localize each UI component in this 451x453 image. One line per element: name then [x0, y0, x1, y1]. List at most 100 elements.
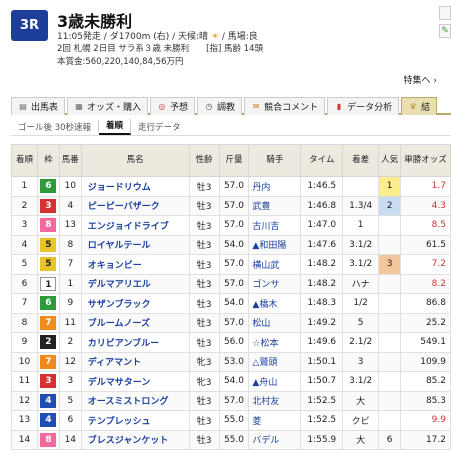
jockey-link[interactable]: 菱 — [248, 410, 302, 431]
jockey-link[interactable]: バデル — [248, 429, 302, 450]
jockey-link[interactable]: ▲和田陽 — [248, 234, 302, 255]
column-header[interactable]: 着差 — [342, 144, 380, 177]
feature-link[interactable]: 特集へ › — [404, 73, 437, 86]
jockey-link[interactable]: 丹内 — [248, 176, 302, 197]
win-odds: 1.7 — [400, 176, 451, 197]
horse-name-link[interactable]: ピーピーバザーク — [80, 195, 190, 216]
target-icon: ◎ — [158, 101, 166, 111]
horse-name-link[interactable]: エンジョイドライブ — [80, 215, 190, 236]
margin: クビ — [342, 410, 380, 431]
horse-number: 11 — [58, 312, 82, 333]
horse-name-link[interactable]: テンプレッシュ — [80, 410, 190, 431]
horse-name-link[interactable]: ディアマント — [80, 351, 190, 372]
tab-label: 予想 — [170, 103, 189, 113]
finish-time: 1:50.7 — [300, 371, 344, 392]
table-row[interactable]: 9 2 2 カリビアンブルー 牡3 56.0 ☆松本 1:49.6 2.1/2 549.1 — [11, 332, 451, 353]
table-row[interactable]: 2 3 4 ピーピーバザーク 牡3 57.0 武豊 1:46.8 1.3/4 2 4.3 — [11, 195, 451, 216]
finish-time: 1:49.6 — [300, 332, 344, 353]
horse-name-link[interactable]: ブルームノーズ — [80, 312, 190, 333]
margin: 5 — [342, 312, 380, 333]
finish-rank: 1 — [11, 176, 38, 197]
race-prize-money: 本賞金:560,220,140,84,56万円 — [57, 57, 184, 67]
jockey-link[interactable]: 武豊 — [248, 195, 302, 216]
sex-age: 牡3 — [188, 410, 220, 431]
table-row[interactable]: 8 7 11 ブルームノーズ 牡3 57.0 松山 1:49.2 5 25.2 — [11, 312, 451, 333]
jockey-link[interactable]: 横山武 — [248, 254, 302, 275]
column-header[interactable]: 騎手 — [248, 144, 302, 177]
table-row[interactable]: 7 6 9 サザンブラック 牡3 54.0 ▲橋木 1:48.3 1/2 86.8 — [11, 293, 451, 314]
margin: 1.3/4 — [342, 195, 380, 216]
sex-age: 牡3 — [188, 390, 220, 411]
table-row[interactable]: 11 3 3 デルマサターン 牝3 54.0 ▲舟山 1:50.7 3.1/2 85.2 — [11, 371, 451, 392]
tab-3[interactable]: ◷ 調教 — [197, 97, 243, 115]
column-header[interactable]: タイム — [300, 144, 344, 177]
column-header[interactable]: 性齢 — [188, 144, 220, 177]
weight: 53.0 — [218, 351, 250, 372]
table-row[interactable]: 3 8 13 エンジョイドライブ 牡3 57.0 古川吉 1:47.0 1 8.5 — [11, 215, 451, 236]
column-header[interactable]: 人気 — [378, 144, 402, 177]
finish-rank: 12 — [11, 390, 38, 411]
gate-number-badge: 4 — [40, 393, 57, 408]
horse-name-link[interactable]: デルマサターン — [80, 371, 190, 392]
table-row[interactable]: 12 4 5 オースミストロング 牡3 57.0 北村友 1:52.5 大 85.3 — [11, 390, 451, 411]
horse-name-link[interactable]: オキョンビー — [80, 254, 190, 275]
sex-age: 牡3 — [188, 293, 220, 314]
tab-2[interactable]: ◎ 予想 — [150, 97, 196, 115]
horse-number: 3 — [58, 371, 82, 392]
sex-age: 牝3 — [188, 371, 220, 392]
jockey-link[interactable]: △鷲頭 — [248, 351, 302, 372]
column-header[interactable]: 馬番 — [58, 144, 82, 177]
column-header[interactable]: 馬名 — [80, 144, 190, 177]
horse-name-link[interactable]: カリビアンブルー — [80, 332, 190, 353]
side-button-2[interactable]: ✎ — [439, 24, 451, 38]
horse-name-link[interactable]: ジョードリウム — [80, 176, 190, 197]
column-header[interactable]: 枠 — [36, 144, 60, 177]
column-header[interactable]: 単勝オッズ — [400, 144, 451, 177]
table-row[interactable]: 1 6 10 ジョードリウム 牡3 57.0 丹内 1:46.5 1 1.7 — [11, 176, 451, 197]
horse-number: 8 — [58, 234, 82, 255]
tab-1[interactable]: ▦ オッズ・購入 — [67, 97, 149, 115]
popularity: 2 — [378, 195, 402, 216]
jockey-link[interactable]: ゴンサ — [248, 273, 302, 294]
tab-0[interactable]: ▤ 出馬表 — [11, 97, 66, 115]
table-row[interactable]: 10 7 12 ディアマント 牝3 53.0 △鷲頭 1:50.1 3 109.9 — [11, 351, 451, 372]
column-header[interactable]: 着順 — [11, 144, 38, 177]
sex-age: 牝3 — [188, 351, 220, 372]
subtab-0[interactable]: ゴール後 30秒速報 — [11, 120, 100, 133]
gate-cell: 7 — [36, 351, 60, 372]
jockey-link[interactable]: ▲舟山 — [248, 371, 302, 392]
margin: ハナ — [342, 273, 380, 294]
horse-name-link[interactable]: デルマアリエル — [80, 273, 190, 294]
margin: 3.1/2 — [342, 254, 380, 275]
subtab-1[interactable]: 着順 — [99, 118, 132, 135]
horse-name-link[interactable]: ブレスジャンケット — [80, 429, 190, 450]
popularity — [378, 390, 402, 411]
table-row[interactable]: 5 5 7 オキョンビー 牡3 57.0 横山武 1:48.2 3.1/2 3 7.2 — [11, 254, 451, 275]
side-button-1[interactable] — [439, 6, 451, 20]
tab-5[interactable]: ▮ データ分析 — [327, 97, 400, 115]
finish-rank: 7 — [11, 293, 38, 314]
jockey-link[interactable]: ☆松本 — [248, 332, 302, 353]
list-icon: ▤ — [19, 101, 27, 111]
finish-time: 1:48.2 — [300, 254, 344, 275]
table-row[interactable]: 6 1 1 デルマアリエル 牡3 57.0 ゴンサ 1:48.2 ハナ 8.2 — [11, 273, 451, 294]
horse-name-link[interactable]: オースミストロング — [80, 390, 190, 411]
jockey-link[interactable]: 松山 — [248, 312, 302, 333]
horse-name-link[interactable]: サザンブラック — [80, 293, 190, 314]
jockey-link[interactable]: ▲橋木 — [248, 293, 302, 314]
tab-6[interactable]: ♛ 結 — [401, 97, 438, 115]
sex-age: 牡3 — [188, 273, 220, 294]
finish-time: 1:50.1 — [300, 351, 344, 372]
margin: 1 — [342, 215, 380, 236]
jockey-link[interactable]: 古川吉 — [248, 215, 302, 236]
column-header[interactable]: 斤量 — [218, 144, 250, 177]
horse-name-link[interactable]: ロイヤルテール — [80, 234, 190, 255]
chart-icon: ▮ — [336, 101, 342, 111]
tab-4[interactable]: ✉ 競合コメント — [244, 97, 326, 115]
jockey-link[interactable]: 北村友 — [248, 390, 302, 411]
table-row[interactable]: 13 4 6 テンプレッシュ 牡3 55.0 菱 1:52.5 クビ 9.9 — [11, 410, 451, 431]
table-row[interactable]: 14 8 14 ブレスジャンケット 牡3 55.0 バデル 1:55.9 大 6 17.2 — [11, 429, 451, 450]
subtab-2[interactable]: 走行データ — [131, 121, 188, 133]
sex-age: 牡3 — [188, 195, 220, 216]
table-row[interactable]: 4 5 8 ロイヤルテール 牡3 54.0 ▲和田陽 1:47.6 3.1/2 61.5 — [11, 234, 451, 255]
